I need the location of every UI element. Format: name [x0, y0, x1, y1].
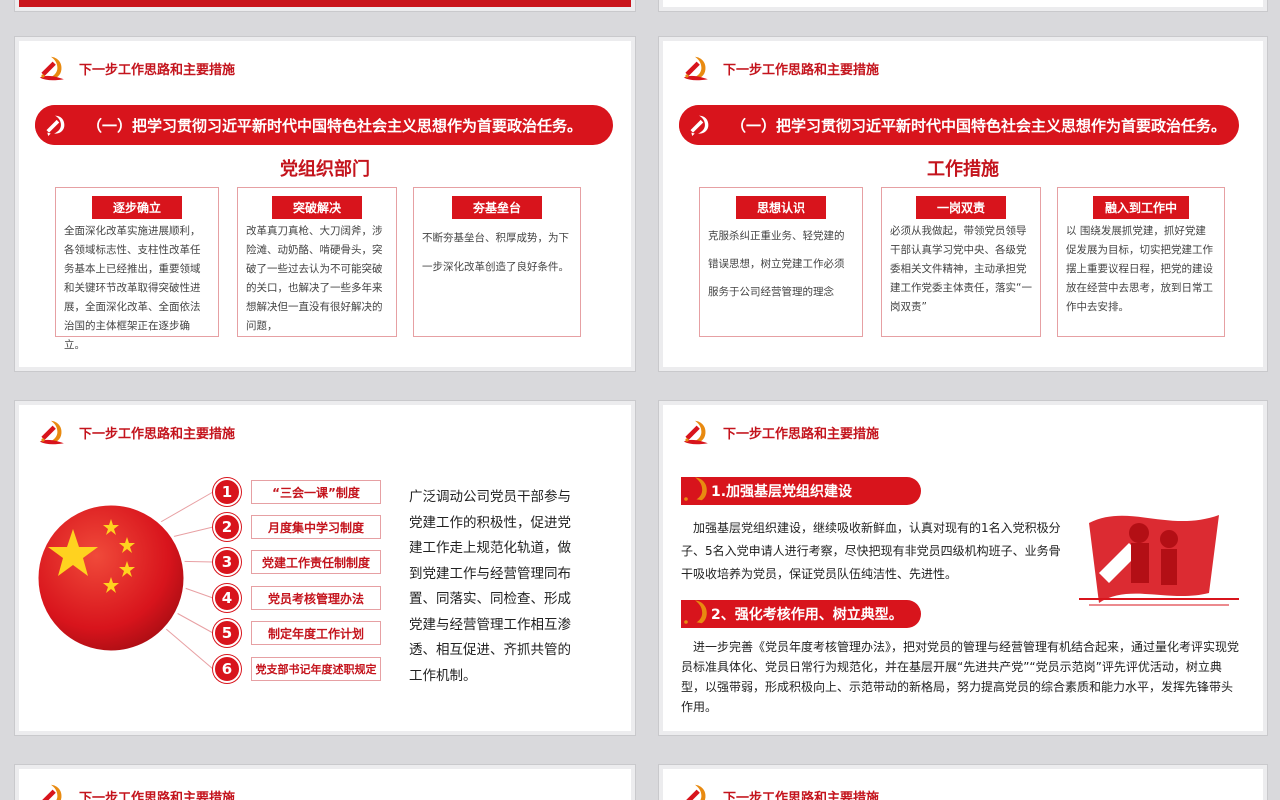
slide-3[interactable]: 下一步工作思路和主要措施 1 “三会一课”制度 2 月度集中学习制度 3 党建工… — [14, 400, 636, 736]
heading-1: 1.加强基层党组织建设 — [681, 476, 921, 506]
slide-header: 下一步工作思路和主要措施 — [35, 779, 235, 800]
slide-header: 下一步工作思路和主要措施 — [679, 51, 879, 85]
heading-2-text: 2、强化考核作用、树立典型。 — [681, 600, 921, 628]
header-title: 下一步工作思路和主要措施 — [79, 790, 236, 800]
card-2: 突破解决 改革真刀真枪、大刀阔斧，涉险滩、动奶酪、啃硬骨头，突破了一些过去认为不… — [237, 187, 397, 337]
section-banner: （一）把学习贯彻习近平新时代中国特色社会主义思想作为首要政治任务。 — [679, 105, 1239, 145]
hammer-sickle-icon — [682, 108, 716, 142]
card-text: 不断夯基垒台、积厚成势，为下一步深化改革创造了良好条件。 — [422, 232, 569, 273]
card-tag: 逐步确立 — [92, 196, 182, 219]
party-emblem-icon — [35, 52, 67, 84]
section-title: 党组织部门 — [280, 159, 370, 180]
party-emblem-icon — [679, 52, 711, 84]
section-title: 工作措施 — [927, 159, 999, 180]
header-title: 下一步工作思路和主要措施 — [79, 62, 236, 78]
party-emblem-icon — [679, 780, 711, 800]
slide-header: 下一步工作思路和主要措施 — [679, 779, 879, 800]
item-label: 月度集中学习制度 — [251, 515, 381, 539]
section-banner: （一）把学习贯彻习近平新时代中国特色社会主义思想作为首要政治任务。 — [35, 105, 613, 145]
slide-4[interactable]: 下一步工作思路和主要措施 1.加强基层党组织建设 加强基层党组织建设，继续吸收新… — [658, 400, 1268, 736]
card-tag: 一岗双责 — [916, 196, 1006, 219]
card-text: 克服杀纠正重业务、轻党建的错误思想，树立党建工作必须服务于公司经营管理的理念 — [708, 230, 845, 298]
slide-5-partial: 下一步工作思路和主要措施 — [14, 764, 636, 800]
list-item: 1 “三会一课”制度 — [213, 478, 381, 506]
item-label: 党建工作责任制制度 — [251, 550, 381, 574]
slide-partial-top-left — [14, 0, 636, 12]
slide-header: 下一步工作思路和主要措施 — [35, 51, 235, 85]
heading-1-text: 1.加强基层党组织建设 — [681, 477, 921, 505]
banner-text: （一）把学习贯彻习近平新时代中国特色社会主义思想作为首要政治任务。 — [87, 116, 583, 135]
card-text: 改革真刀真枪、大刀阔斧，涉险滩、动奶酪、啃硬骨头，突破了一些过去认为不可能突破的… — [246, 225, 383, 332]
card-tag: 融入到工作中 — [1093, 196, 1189, 219]
header-title: 下一步工作思路和主要措施 — [723, 790, 880, 800]
item-number: 4 — [213, 584, 241, 612]
paragraph-1: 加强基层党组织建设，继续吸收新鲜血，认真对现有的1名入党积极分子、5名入党申请人… — [681, 521, 1061, 581]
card-3: 融入到工作中 以 围绕发展抓党建，抓好党建促发展为目标，切实把党建工作摆上重要议… — [1057, 187, 1225, 337]
paragraph: 广泛调动公司党员干部参与党建工作的积极性，促进党建工作走上规范化轨道，做到党建工… — [409, 489, 571, 684]
heading-2: 2、强化考核作用、树立典型。 — [681, 599, 921, 629]
slide-header: 下一步工作思路和主要措施 — [679, 415, 879, 449]
party-emblem-icon — [677, 595, 713, 631]
paragraph-2: 进一步完善《党员年度考核管理办法》，把对党员的管理与经营管理有机结合起来，通过量… — [681, 640, 1240, 714]
card-2: 一岗双责 必须从我做起，带领党员领导干部认真学习党中央、各级党委相关文件精神，主… — [881, 187, 1041, 337]
item-label: “三会一课”制度 — [251, 480, 381, 504]
card-1: 逐步确立 全面深化改革实施进展顺利，各领域标志性、支柱性改革任务基本上已经推出，… — [55, 187, 219, 351]
list-item: 4 党员考核管理办法 — [213, 584, 381, 612]
card-tag: 思想认识 — [736, 196, 826, 219]
hammer-sickle-icon — [38, 108, 72, 142]
item-number: 2 — [213, 513, 241, 541]
card-text: 必须从我做起，带领党员领导干部认真学习党中央、各级党委相关文件精神，主动承担党建… — [890, 225, 1032, 313]
item-number: 5 — [213, 619, 241, 647]
party-flag-soldiers-icon — [1079, 515, 1239, 606]
slide-2[interactable]: 下一步工作思路和主要措施 （一）把学习贯彻习近平新时代中国特色社会主义思想作为首… — [658, 36, 1268, 372]
card-tag: 突破解决 — [272, 196, 362, 219]
item-label: 制定年度工作计划 — [251, 621, 381, 645]
slide-1[interactable]: 下一步工作思路和主要措施 （一）把学习贯彻习近平新时代中国特色社会主义思想作为首… — [14, 36, 636, 372]
party-emblem-icon — [35, 780, 67, 800]
card-tag: 夯基垒台 — [452, 196, 542, 219]
header-title: 下一步工作思路和主要措施 — [723, 426, 880, 442]
party-emblem-icon — [679, 416, 711, 448]
slide-partial-top-right — [658, 0, 1268, 12]
list-item: 2 月度集中学习制度 — [213, 513, 381, 541]
item-number: 1 — [213, 478, 241, 506]
item-label: 党支部书记年度述职规定 — [251, 657, 381, 681]
card-text: 全面深化改革实施进展顺利，各领域标志性、支柱性改革任务基本上已经推出，重要领域和… — [64, 225, 201, 351]
slide-6-partial: 下一步工作思路和主要措施 — [658, 764, 1268, 800]
card-1: 思想认识 克服杀纠正重业务、轻党建的错误思想，树立党建工作必须服务于公司经营管理… — [699, 187, 863, 337]
banner-text: （一）把学习贯彻习近平新时代中国特色社会主义思想作为首要政治任务。 — [731, 116, 1227, 135]
item-label: 党员考核管理办法 — [251, 586, 381, 610]
party-emblem-icon — [677, 472, 713, 508]
header-title: 下一步工作思路和主要措施 — [723, 62, 880, 78]
card-text: 以 围绕发展抓党建，抓好党建促发展为目标，切实把党建工作摆上重要议程日程，把党的… — [1066, 225, 1213, 313]
list-item: 5 制定年度工作计划 — [213, 619, 381, 647]
item-number: 6 — [213, 655, 241, 683]
item-number: 3 — [213, 548, 241, 576]
list-item: 6 党支部书记年度述职规定 — [213, 655, 381, 683]
card-3: 夯基垒台 不断夯基垒台、积厚成势，为下一步深化改革创造了良好条件。 — [413, 187, 581, 337]
list-item: 3 党建工作责任制制度 — [213, 548, 381, 576]
